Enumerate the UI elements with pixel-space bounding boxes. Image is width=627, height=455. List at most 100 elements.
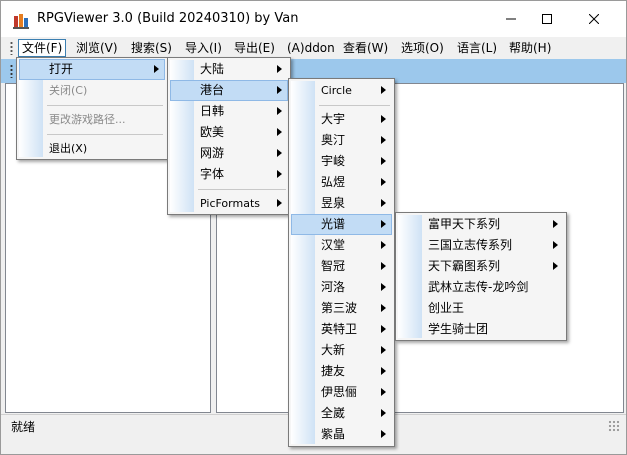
menu-item-hktw[interactable]: 港台 xyxy=(170,80,288,101)
resize-grip-icon[interactable] xyxy=(608,420,620,432)
toolbar-grip[interactable] xyxy=(10,64,13,78)
submenu-arrow-icon xyxy=(277,86,282,94)
menu-item-student-knights[interactable]: 学生骑士团 xyxy=(398,319,564,340)
menu-item-zijing[interactable]: 紫晶 xyxy=(291,424,392,445)
menubar-grip[interactable] xyxy=(10,41,13,55)
menu-item-change-path[interactable]: 更改游戏路径... xyxy=(19,109,165,130)
menu-export[interactable]: 导出(E) xyxy=(231,39,278,57)
open-submenu-popup: 大陆 港台 日韩 欧美 网游 字体 PicFormats xyxy=(167,57,291,215)
maximize-button[interactable] xyxy=(524,1,570,37)
title-bar[interactable]: RPGViewer 3.0 (Build 20240310) by Van xyxy=(1,1,626,37)
menu-item-western[interactable]: 欧美 xyxy=(170,122,288,143)
menu-item-label: 捷友 xyxy=(321,364,346,378)
menu-help[interactable]: 帮助(H) xyxy=(506,39,554,57)
menu-item-label: 大陆 xyxy=(200,62,225,76)
menu-item-label: 港台 xyxy=(200,83,225,97)
menu-item-picformats[interactable]: PicFormats xyxy=(170,193,288,214)
submenu-arrow-icon xyxy=(381,409,386,417)
menu-item-label: 汉堂 xyxy=(321,238,346,252)
menu-item-aoting[interactable]: 奥汀 xyxy=(291,130,392,151)
menu-item-fonts[interactable]: 字体 xyxy=(170,164,288,185)
menu-item-intewei[interactable]: 英特卫 xyxy=(291,319,392,340)
menu-item-sanguo-series[interactable]: 三国立志传系列 xyxy=(398,235,564,256)
submenu-arrow-icon xyxy=(154,65,159,73)
menu-item-hongyu[interactable]: 弘煜 xyxy=(291,172,392,193)
menu-item-japan-korea[interactable]: 日韩 xyxy=(170,101,288,122)
rpgviewer-app-icon xyxy=(13,14,29,29)
menu-separator xyxy=(198,189,286,190)
menu-item-hantang[interactable]: 汉堂 xyxy=(291,235,392,256)
menu-item-exit[interactable]: 退出(X) xyxy=(19,138,165,159)
menu-item-circle[interactable]: Circle xyxy=(291,80,392,101)
menu-item-close[interactable]: 关闭(C) xyxy=(19,80,165,101)
menu-item-label: 富甲天下系列 xyxy=(428,217,501,231)
menu-item-zhiguan[interactable]: 智冠 xyxy=(291,256,392,277)
menu-separator xyxy=(319,105,390,106)
menu-item-chuangyewang[interactable]: 创业王 xyxy=(398,298,564,319)
menu-item-label: 光谱 xyxy=(321,217,346,231)
submenu-arrow-icon xyxy=(381,115,386,123)
menu-item-open[interactable]: 打开 xyxy=(19,59,165,80)
menu-item-guangpu[interactable]: 光谱 xyxy=(291,214,392,235)
menu-browse[interactable]: 浏览(V) xyxy=(73,39,121,57)
submenu-arrow-icon xyxy=(381,86,386,94)
menu-item-quanwei[interactable]: 全崴 xyxy=(291,403,392,424)
submenu-arrow-icon xyxy=(381,304,386,312)
menu-item-label: 奥汀 xyxy=(321,133,346,147)
submenu-arrow-icon xyxy=(381,199,386,207)
submenu-arrow-icon xyxy=(553,220,558,228)
close-icon xyxy=(589,14,599,24)
hktw-submenu-popup: Circle 大宇 奥汀 宇峻 弘煜 昱泉 光谱 汉堂 智冠 河洛 第三波 英特… xyxy=(288,78,395,447)
submenu-arrow-icon xyxy=(381,367,386,375)
submenu-arrow-icon xyxy=(381,262,386,270)
menu-addon[interactable]: (A)ddon xyxy=(284,39,338,57)
submenu-arrow-icon xyxy=(277,107,282,115)
menu-item-open-label: 打开 xyxy=(49,62,74,76)
menu-separator xyxy=(47,105,163,106)
submenu-arrow-icon xyxy=(381,388,386,396)
menu-item-softstar[interactable]: 大宇 xyxy=(291,109,392,130)
menu-import[interactable]: 导入(I) xyxy=(182,39,225,57)
menu-item-heluo[interactable]: 河洛 xyxy=(291,277,392,298)
menu-item-third-wave[interactable]: 第三波 xyxy=(291,298,392,319)
menu-item-label: 宇峻 xyxy=(321,154,346,168)
menu-item-online[interactable]: 网游 xyxy=(170,143,288,164)
menu-item-label: Circle xyxy=(321,84,352,97)
minimize-icon xyxy=(506,18,516,20)
menu-separator xyxy=(47,134,163,135)
menu-item-tianxia-series[interactable]: 天下霸图系列 xyxy=(398,256,564,277)
menu-item-label: 三国立志传系列 xyxy=(428,238,513,252)
menu-options[interactable]: 选项(O) xyxy=(398,39,447,57)
menu-item-wulin[interactable]: 武林立志传-龙吟剑 xyxy=(398,277,564,298)
submenu-arrow-icon xyxy=(381,136,386,144)
menu-item-yuquan[interactable]: 昱泉 xyxy=(291,193,392,214)
menu-item-label: 字体 xyxy=(200,167,225,181)
submenu-arrow-icon xyxy=(277,199,282,207)
menu-item-label: 伊思俪 xyxy=(321,385,358,399)
menu-item-label: 英特卫 xyxy=(321,322,358,336)
menu-item-label: 网游 xyxy=(200,146,225,160)
submenu-arrow-icon xyxy=(381,325,386,333)
menu-file[interactable]: 文件(F) xyxy=(18,39,67,57)
menu-search[interactable]: 搜索(S) xyxy=(128,39,175,57)
submenu-arrow-icon xyxy=(553,241,558,249)
menu-item-yisili[interactable]: 伊思俪 xyxy=(291,382,392,403)
menu-item-jieyou[interactable]: 捷友 xyxy=(291,361,392,382)
menu-view[interactable]: 查看(W) xyxy=(340,39,391,57)
menu-item-fujia-series[interactable]: 富甲天下系列 xyxy=(398,214,564,235)
close-button[interactable] xyxy=(571,1,617,37)
submenu-arrow-icon xyxy=(381,241,386,249)
status-text: 就绪 xyxy=(11,420,36,434)
submenu-arrow-icon xyxy=(381,283,386,291)
menu-language[interactable]: 语言(L) xyxy=(454,39,500,57)
window-title: RPGViewer 3.0 (Build 20240310) by Van xyxy=(37,11,299,26)
submenu-arrow-icon xyxy=(381,346,386,354)
menu-item-mainland[interactable]: 大陆 xyxy=(170,59,288,80)
menu-item-label: 大宇 xyxy=(321,112,346,126)
menu-item-label: 欧美 xyxy=(200,125,225,139)
menu-item-label: 紫晶 xyxy=(321,427,346,441)
submenu-arrow-icon xyxy=(277,65,282,73)
file-menu-popup: 打开 关闭(C) 更改游戏路径... 退出(X) xyxy=(16,57,168,160)
menu-item-yujun[interactable]: 宇峻 xyxy=(291,151,392,172)
menu-item-daxin[interactable]: 大新 xyxy=(291,340,392,361)
